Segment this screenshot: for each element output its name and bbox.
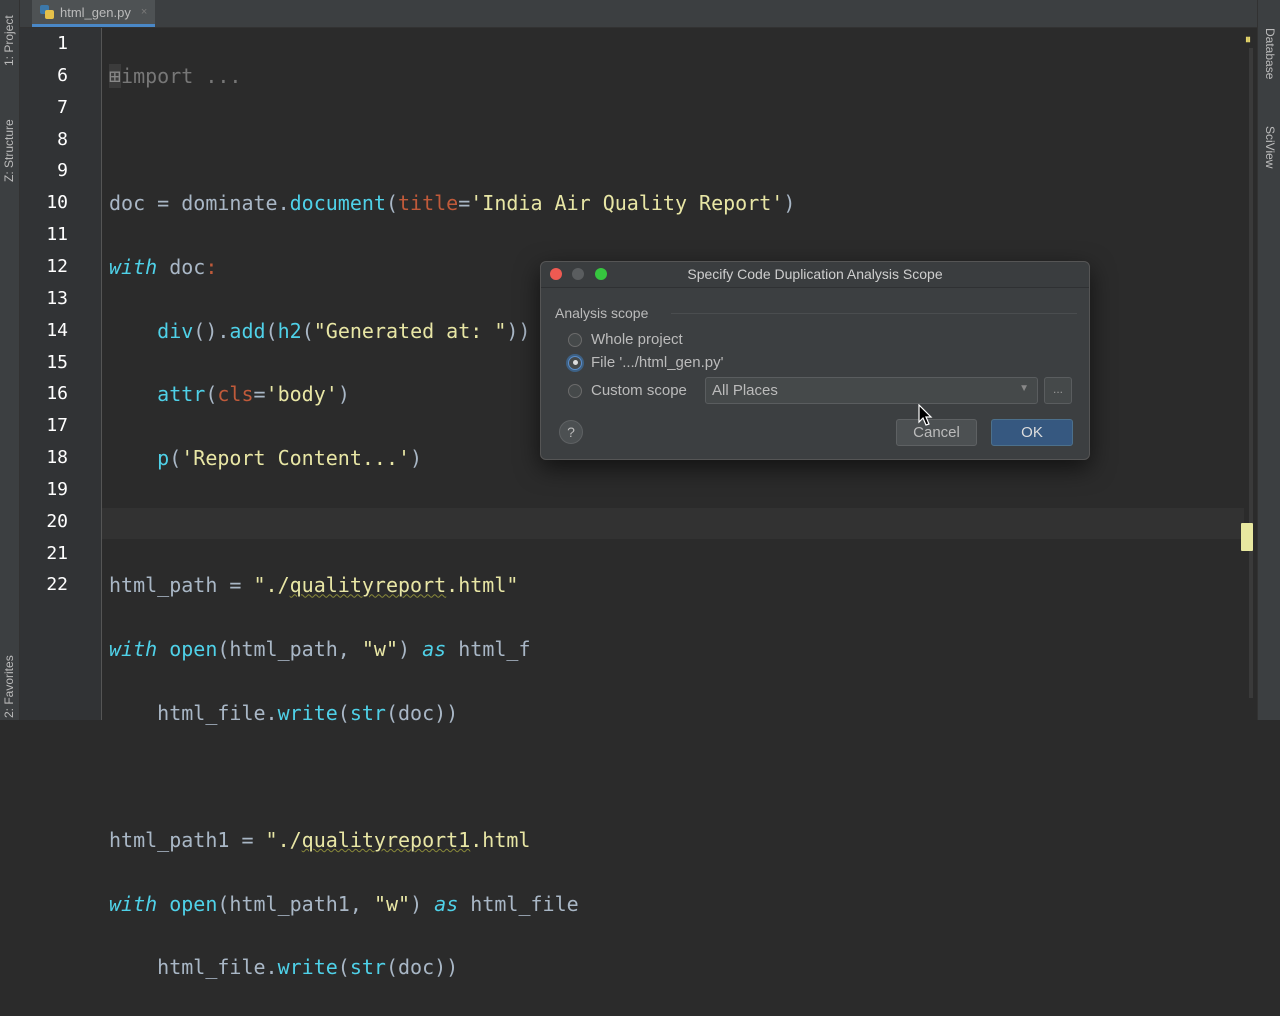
analysis-scope-label: Analysis scope xyxy=(555,305,649,321)
file-option[interactable]: File '.../html_gen.py' xyxy=(568,354,723,371)
line-number: 13 xyxy=(46,287,68,309)
file-label: File '.../html_gen.py' xyxy=(591,354,724,371)
line-number: 14 xyxy=(46,319,68,341)
editor-tab-bar: html_gen.py × xyxy=(20,0,1257,28)
close-tab-icon[interactable]: × xyxy=(141,6,147,18)
whole-project-radio[interactable] xyxy=(568,332,582,347)
line-number: 20 xyxy=(46,510,68,532)
current-line-marker[interactable] xyxy=(1241,523,1253,551)
file-radio[interactable] xyxy=(568,355,582,370)
custom-scope-radio[interactable] xyxy=(568,383,582,398)
line-number-gutter: 1 6 7 8 9 10 11 12 13 14 15 16 17 18 19 20 21 22 xyxy=(20,28,102,720)
line-number: 6 xyxy=(57,64,68,86)
editor-tab-html-gen[interactable]: html_gen.py × xyxy=(32,0,156,27)
line-number: 19 xyxy=(46,478,68,500)
right-tool-strip: Database SciView xyxy=(1257,0,1280,720)
custom-scope-label: Custom scope xyxy=(591,382,687,399)
inspection-status-icon[interactable]: ⏸ xyxy=(1245,32,1251,47)
line-number: 10 xyxy=(46,192,68,214)
dialog-title: Specify Code Duplication Analysis Scope xyxy=(687,266,943,282)
code-editor[interactable]: ⊞import ... doc = dominate.document(titl… xyxy=(109,29,795,1016)
line-number: 15 xyxy=(46,351,68,373)
line-number: 12 xyxy=(46,255,68,277)
custom-scope-value: All Places xyxy=(712,382,778,399)
help-button[interactable]: ? xyxy=(559,420,583,444)
cancel-button[interactable]: Cancel xyxy=(896,419,977,446)
python-file-icon xyxy=(40,5,54,19)
line-number: 8 xyxy=(57,128,68,150)
line-number: 22 xyxy=(46,574,68,596)
browse-scope-button[interactable]: ... xyxy=(1044,377,1072,404)
structure-tool-tab[interactable]: Z: Structure xyxy=(2,119,16,182)
database-tool-tab[interactable]: Database xyxy=(1263,28,1277,79)
line-number: 18 xyxy=(46,447,68,469)
mouse-pointer-icon xyxy=(918,404,933,426)
ok-button[interactable]: OK xyxy=(991,419,1073,446)
line-number: 17 xyxy=(46,415,68,437)
left-tool-strip: 1: Project Z: Structure 2: Favorites xyxy=(0,0,20,720)
whole-project-label: Whole project xyxy=(591,331,683,348)
dialog-titlebar: Specify Code Duplication Analysis Scope xyxy=(541,262,1089,288)
line-number: 1 xyxy=(57,33,68,54)
line-number: 9 xyxy=(57,160,68,182)
whole-project-option[interactable]: Whole project xyxy=(568,331,683,348)
custom-scope-select[interactable]: All Places ▼ xyxy=(705,377,1038,404)
custom-scope-option[interactable]: Custom scope xyxy=(568,382,687,399)
line-number: 21 xyxy=(46,542,68,564)
line-number: 7 xyxy=(57,96,68,118)
tab-filename: html_gen.py xyxy=(60,4,131,20)
line-number: 16 xyxy=(46,383,68,405)
sciview-tool-tab[interactable]: SciView xyxy=(1263,126,1277,168)
project-tool-tab[interactable]: 1: Project xyxy=(2,15,16,66)
line-number: 11 xyxy=(46,224,68,246)
section-divider xyxy=(671,313,1077,314)
chevron-down-icon: ▼ xyxy=(1019,383,1029,394)
favorites-tool-tab[interactable]: 2: Favorites xyxy=(2,655,16,718)
code-duplication-scope-dialog: Specify Code Duplication Analysis Scope … xyxy=(540,261,1090,460)
editor-scrollbar[interactable] xyxy=(1249,48,1253,698)
